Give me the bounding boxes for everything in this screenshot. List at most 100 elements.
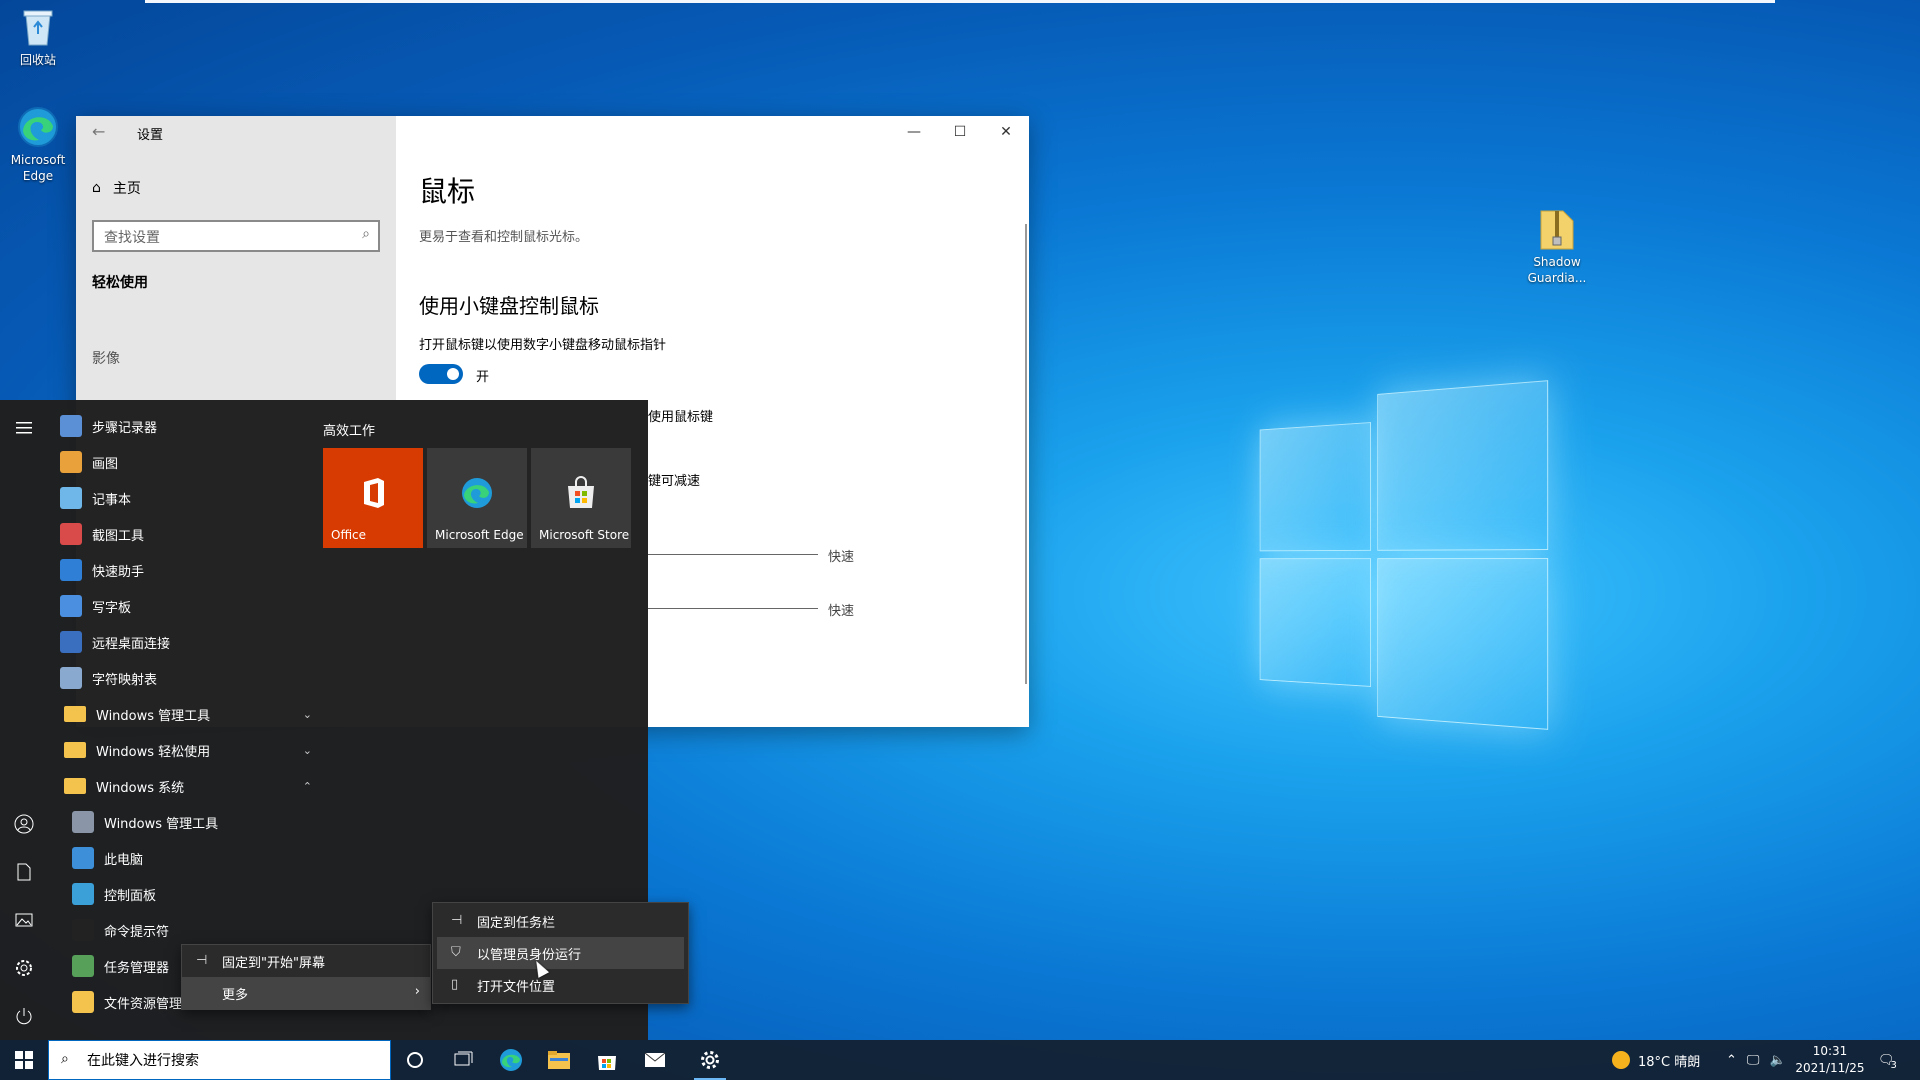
power-icon[interactable] [12, 1004, 36, 1028]
settings-gear-icon[interactable] [12, 956, 36, 980]
system-tray: ⌃ 🖵 🔈 [1726, 1040, 1786, 1080]
app-icon [72, 847, 94, 869]
app-label: 字符映射表 [92, 669, 157, 688]
scrollbar[interactable] [1025, 224, 1027, 684]
taskbar-mail[interactable] [631, 1040, 679, 1080]
folder-item[interactable]: Windows 系统 ⌃ [60, 768, 310, 804]
menu-item-label: 更多 [222, 984, 248, 1003]
weather-widget[interactable]: 18°C 晴朗 [1612, 1040, 1700, 1080]
menu-item-label: 固定到"开始"屏幕 [222, 952, 325, 971]
desktop-icon-shadow[interactable]: Shadow Guardia... [1517, 208, 1597, 286]
taskbar-edge[interactable] [487, 1040, 535, 1080]
documents-icon[interactable] [12, 860, 36, 884]
user-account-icon[interactable] [12, 812, 36, 836]
sun-icon [1612, 1051, 1630, 1069]
app-item[interactable]: 记事本 [60, 480, 310, 516]
top-window-edge [145, 0, 1775, 3]
app-label: Windows 轻松使用 [96, 741, 210, 760]
app-icon [60, 667, 82, 689]
nav-home[interactable]: ⌂ 主页 [92, 178, 141, 198]
app-item[interactable]: 控制面板 [60, 876, 310, 912]
app-item[interactable]: 画图 [60, 444, 310, 480]
open-file-location-menu-item[interactable]: ▯ 打开文件位置 [437, 969, 684, 1001]
title-bar: ← 设置 — ☐ ✕ [76, 116, 1029, 148]
category-title: 轻松使用 [92, 272, 148, 292]
notification-center-button[interactable]: 🗨 3 [1878, 1040, 1897, 1080]
app-label: 命令提示符 [104, 921, 169, 940]
hamburger-menu-icon[interactable] [12, 416, 36, 440]
chevron-icon: ⌃ [303, 780, 312, 793]
pin-to-start-menu-item[interactable]: ⊣ 固定到"开始"屏幕 [182, 945, 430, 977]
search-icon: ⌕ [362, 226, 370, 242]
app-item[interactable]: 步骤记录器 [60, 408, 310, 444]
clock-time: 10:31 [1790, 1043, 1870, 1060]
store-icon [564, 476, 598, 510]
desktop-icon-edge[interactable]: Microsoft Edge [0, 106, 78, 184]
acceleration-slider-track[interactable] [648, 608, 818, 609]
tiles-group-header: 高效工作 [323, 420, 375, 439]
app-item[interactable]: 远程桌面连接 [60, 624, 310, 660]
volume-icon[interactable]: 🔈 [1769, 1053, 1785, 1068]
back-arrow-icon[interactable]: ← [92, 122, 105, 141]
zip-folder-icon [1536, 208, 1578, 250]
app-icon [60, 559, 82, 581]
chevron-up-icon[interactable]: ⌃ [1726, 1053, 1737, 1068]
tile-store[interactable]: Microsoft Store [531, 448, 631, 548]
pin-to-taskbar-menu-item[interactable]: ⊣ 固定到任务栏 [437, 905, 684, 937]
app-item[interactable]: 快速助手 [60, 552, 310, 588]
folder-item[interactable]: Windows 管理工具 ⌄ [60, 696, 310, 732]
run-as-admin-menu-item[interactable]: ⛉ 以管理员身份运行 [437, 937, 684, 969]
folder-icon [64, 778, 86, 794]
folder-item[interactable]: Windows 轻松使用 ⌄ [60, 732, 310, 768]
slider-max-label: 快速 [828, 600, 854, 619]
chevron-icon: ⌄ [303, 708, 312, 721]
taskbar-store[interactable] [583, 1040, 631, 1080]
app-item[interactable]: 命令提示符 [60, 912, 310, 948]
app-label: 截图工具 [92, 525, 144, 544]
clock[interactable]: 10:31 2021/11/25 [1790, 1043, 1870, 1077]
notification-count: 3 [1891, 1060, 1897, 1071]
maximize-button[interactable]: ☐ [937, 116, 983, 148]
app-icon [60, 595, 82, 617]
taskbar-search-input[interactable]: ⌕ 在此键入进行搜索 [48, 1040, 391, 1080]
store-icon [596, 1049, 618, 1071]
pin-icon: ⊣ [196, 953, 207, 968]
office-icon [356, 476, 390, 510]
windows-logo-icon [15, 1051, 33, 1069]
page-description: 更易于查看和控制鼠标光标。 [419, 226, 588, 245]
app-icon [72, 919, 94, 941]
app-item[interactable]: 字符映射表 [60, 660, 310, 696]
taskbar-file-explorer[interactable] [535, 1040, 583, 1080]
window-title: 设置 [137, 124, 163, 143]
app-item[interactable]: 此电脑 [60, 840, 310, 876]
desktop-icon-label: Microsoft Edge [0, 152, 78, 184]
cortana-button[interactable] [391, 1040, 439, 1080]
settings-search-input[interactable]: 查找设置 ⌕ [92, 220, 380, 252]
desktop-icon-recycle-bin[interactable]: 回收站 [0, 6, 78, 68]
tile-office[interactable]: Office [323, 448, 423, 548]
weather-text: 18°C 晴朗 [1638, 1051, 1700, 1070]
close-button[interactable]: ✕ [983, 116, 1029, 148]
minimize-button[interactable]: — [891, 116, 937, 148]
mouse-keys-toggle[interactable] [419, 364, 463, 384]
app-label: 远程桌面连接 [92, 633, 170, 652]
home-icon: ⌂ [92, 180, 101, 196]
partial-option-text: 键可减速 [648, 470, 700, 489]
pictures-icon[interactable] [12, 908, 36, 932]
app-icon [72, 955, 94, 977]
app-label: 写字板 [92, 597, 131, 616]
edge-icon [460, 476, 494, 510]
start-button[interactable] [0, 1040, 48, 1080]
speed-slider-track[interactable] [648, 554, 818, 555]
tile-edge[interactable]: Microsoft Edge [427, 448, 527, 548]
network-icon[interactable]: 🖵 [1747, 1053, 1760, 1068]
app-item[interactable]: 写字板 [60, 588, 310, 624]
app-icon [72, 811, 94, 833]
more-menu-item[interactable]: 更多 › [182, 977, 430, 1009]
app-item[interactable]: Windows 管理工具 [60, 804, 310, 840]
app-icon [72, 883, 94, 905]
app-item[interactable]: 截图工具 [60, 516, 310, 552]
task-view-button[interactable] [439, 1040, 487, 1080]
menu-item-label: 固定到任务栏 [477, 912, 555, 931]
taskbar-settings[interactable] [686, 1040, 734, 1080]
